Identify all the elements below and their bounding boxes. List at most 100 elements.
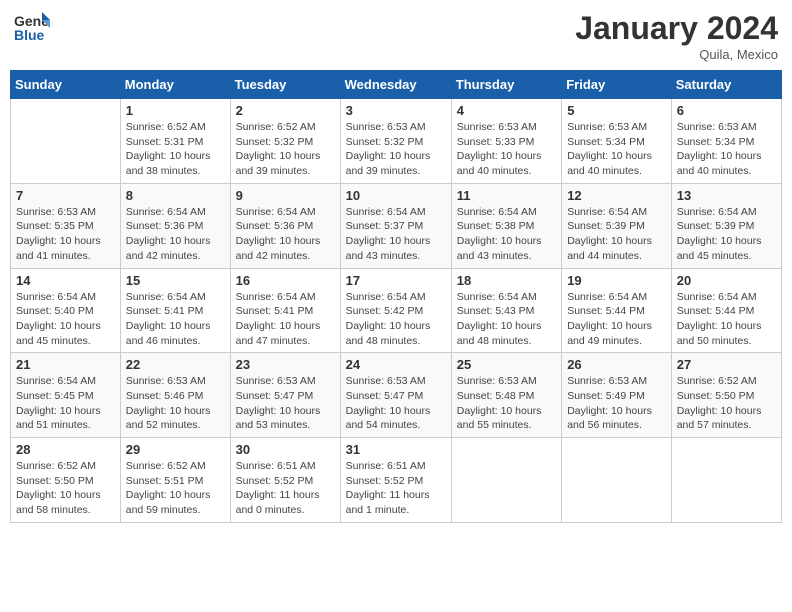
calendar-cell	[451, 438, 561, 523]
calendar-cell	[562, 438, 672, 523]
calendar-cell: 11 Sunrise: 6:54 AMSunset: 5:38 PMDayligh…	[451, 183, 561, 268]
day-number: 17	[346, 273, 446, 288]
day-number: 28	[16, 442, 115, 457]
calendar-cell: 5Sunrise: 6:53 AMSunset: 5:34 PMDaylight…	[562, 99, 672, 184]
day-number: 22	[126, 357, 225, 372]
calendar-cell: 6Sunrise: 6:53 AMSunset: 5:34 PMDaylight…	[671, 99, 781, 184]
calendar-cell: 24 Sunrise: 6:53 AMSunset: 5:47 PMDayligh…	[340, 353, 451, 438]
day-number: 16	[236, 273, 335, 288]
day-number: 9	[236, 188, 335, 203]
day-info: Sunrise: 6:54 AMSunset: 5:39 PMDaylight:…	[567, 205, 666, 264]
calendar-cell: 23 Sunrise: 6:53 AMSunset: 5:47 PMDayligh…	[230, 353, 340, 438]
day-info: Sunrise: 6:53 AMSunset: 5:49 PMDaylight:…	[567, 374, 666, 433]
week-row-3: 14 Sunrise: 6:54 AMSunset: 5:40 PMDayligh…	[11, 268, 782, 353]
calendar-cell: 22 Sunrise: 6:53 AMSunset: 5:46 PMDayligh…	[120, 353, 230, 438]
day-number: 7	[16, 188, 115, 203]
day-number: 1	[126, 103, 225, 118]
day-number: 6	[677, 103, 776, 118]
calendar-cell: 16 Sunrise: 6:54 AMSunset: 5:41 PMDayligh…	[230, 268, 340, 353]
day-number: 11	[457, 188, 556, 203]
day-info: Sunrise: 6:54 AMSunset: 5:40 PMDaylight:…	[16, 290, 115, 349]
location-label: Quila, Mexico	[575, 47, 778, 62]
day-number: 2	[236, 103, 335, 118]
day-number: 25	[457, 357, 556, 372]
calendar-cell: 18Sunrise: 6:54 AMSunset: 5:43 PMDayligh…	[451, 268, 561, 353]
day-number: 19	[567, 273, 666, 288]
day-info: Sunrise: 6:53 AMSunset: 5:47 PMDaylight:…	[236, 374, 335, 433]
calendar-cell: 2 Sunrise: 6:52 AMSunset: 5:32 PMDaylight…	[230, 99, 340, 184]
col-header-wednesday: Wednesday	[340, 71, 451, 99]
day-number: 21	[16, 357, 115, 372]
day-info: Sunrise: 6:54 AMSunset: 5:42 PMDaylight:…	[346, 290, 446, 349]
calendar-cell: 25 Sunrise: 6:53 AMSunset: 5:48 PMDayligh…	[451, 353, 561, 438]
day-number: 4	[457, 103, 556, 118]
week-row-2: 7 Sunrise: 6:53 AMSunset: 5:35 PMDaylight…	[11, 183, 782, 268]
day-info: Sunrise: 6:54 AMSunset: 5:41 PMDaylight:…	[236, 290, 335, 349]
calendar-cell: 19 Sunrise: 6:54 AMSunset: 5:44 PMDayligh…	[562, 268, 672, 353]
logo: General Blue	[14, 10, 50, 55]
calendar-cell: 4 Sunrise: 6:53 AMSunset: 5:33 PMDaylight…	[451, 99, 561, 184]
day-info: Sunrise: 6:54 AMSunset: 5:36 PMDaylight:…	[236, 205, 335, 264]
week-row-5: 28 Sunrise: 6:52 AMSunset: 5:50 PMDayligh…	[11, 438, 782, 523]
calendar-cell: 31Sunrise: 6:51 AMSunset: 5:52 PMDayligh…	[340, 438, 451, 523]
col-header-tuesday: Tuesday	[230, 71, 340, 99]
calendar-cell	[11, 99, 121, 184]
day-info: Sunrise: 6:53 AMSunset: 5:47 PMDaylight:…	[346, 374, 446, 433]
calendar-cell: 13 Sunrise: 6:54 AMSunset: 5:39 PMDayligh…	[671, 183, 781, 268]
day-info: Sunrise: 6:53 AMSunset: 5:33 PMDaylight:…	[457, 120, 556, 179]
day-info: Sunrise: 6:53 AMSunset: 5:32 PMDaylight:…	[346, 120, 446, 179]
day-number: 14	[16, 273, 115, 288]
calendar-cell: 14 Sunrise: 6:54 AMSunset: 5:40 PMDayligh…	[11, 268, 121, 353]
calendar-cell: 29 Sunrise: 6:52 AMSunset: 5:51 PMDayligh…	[120, 438, 230, 523]
day-number: 29	[126, 442, 225, 457]
calendar-cell: 1 Sunrise: 6:52 AMSunset: 5:31 PMDaylight…	[120, 99, 230, 184]
day-info: Sunrise: 6:54 AMSunset: 5:39 PMDaylight:…	[677, 205, 776, 264]
day-number: 15	[126, 273, 225, 288]
day-number: 26	[567, 357, 666, 372]
day-info: Sunrise: 6:54 AMSunset: 5:36 PMDaylight:…	[126, 205, 225, 264]
day-info: Sunrise: 6:54 AMSunset: 5:44 PMDaylight:…	[567, 290, 666, 349]
day-number: 13	[677, 188, 776, 203]
day-info: Sunrise: 6:52 AMSunset: 5:50 PMDaylight:…	[677, 374, 776, 433]
page-header: General Blue January 2024 Quila, Mexico	[10, 10, 782, 62]
day-number: 10	[346, 188, 446, 203]
day-info: Sunrise: 6:54 AMSunset: 5:45 PMDaylight:…	[16, 374, 115, 433]
day-info: Sunrise: 6:54 AMSunset: 5:44 PMDaylight:…	[677, 290, 776, 349]
day-info: Sunrise: 6:54 AMSunset: 5:41 PMDaylight:…	[126, 290, 225, 349]
calendar-cell: 30Sunrise: 6:51 AMSunset: 5:52 PMDayligh…	[230, 438, 340, 523]
month-title: January 2024	[575, 10, 778, 47]
day-info: Sunrise: 6:53 AMSunset: 5:35 PMDaylight:…	[16, 205, 115, 264]
day-number: 5	[567, 103, 666, 118]
logo-graphic: General Blue	[14, 10, 50, 55]
calendar-cell: 28 Sunrise: 6:52 AMSunset: 5:50 PMDayligh…	[11, 438, 121, 523]
day-info: Sunrise: 6:53 AMSunset: 5:46 PMDaylight:…	[126, 374, 225, 433]
day-info: Sunrise: 6:52 AMSunset: 5:51 PMDaylight:…	[126, 459, 225, 518]
day-info: Sunrise: 6:54 AMSunset: 5:37 PMDaylight:…	[346, 205, 446, 264]
day-number: 23	[236, 357, 335, 372]
day-number: 8	[126, 188, 225, 203]
calendar-cell: 10 Sunrise: 6:54 AMSunset: 5:37 PMDayligh…	[340, 183, 451, 268]
calendar-cell: 3Sunrise: 6:53 AMSunset: 5:32 PMDaylight…	[340, 99, 451, 184]
calendar-header-row: SundayMondayTuesdayWednesdayThursdayFrid…	[11, 71, 782, 99]
week-row-4: 21 Sunrise: 6:54 AMSunset: 5:45 PMDayligh…	[11, 353, 782, 438]
day-info: Sunrise: 6:53 AMSunset: 5:48 PMDaylight:…	[457, 374, 556, 433]
calendar-cell: 12Sunrise: 6:54 AMSunset: 5:39 PMDayligh…	[562, 183, 672, 268]
calendar-cell: 15 Sunrise: 6:54 AMSunset: 5:41 PMDayligh…	[120, 268, 230, 353]
day-info: Sunrise: 6:52 AMSunset: 5:50 PMDaylight:…	[16, 459, 115, 518]
day-info: Sunrise: 6:54 AMSunset: 5:38 PMDaylight:…	[457, 205, 556, 264]
calendar-cell	[671, 438, 781, 523]
col-header-monday: Monday	[120, 71, 230, 99]
day-info: Sunrise: 6:51 AMSunset: 5:52 PMDaylight:…	[236, 459, 335, 518]
day-number: 20	[677, 273, 776, 288]
day-number: 24	[346, 357, 446, 372]
day-number: 27	[677, 357, 776, 372]
calendar-cell: 17 Sunrise: 6:54 AMSunset: 5:42 PMDayligh…	[340, 268, 451, 353]
calendar-cell: 27 Sunrise: 6:52 AMSunset: 5:50 PMDayligh…	[671, 353, 781, 438]
day-info: Sunrise: 6:52 AMSunset: 5:32 PMDaylight:…	[236, 120, 335, 179]
calendar-cell: 7 Sunrise: 6:53 AMSunset: 5:35 PMDaylight…	[11, 183, 121, 268]
day-info: Sunrise: 6:52 AMSunset: 5:31 PMDaylight:…	[126, 120, 225, 179]
col-header-sunday: Sunday	[11, 71, 121, 99]
day-info: Sunrise: 6:54 AMSunset: 5:43 PMDaylight:…	[457, 290, 556, 349]
week-row-1: 1 Sunrise: 6:52 AMSunset: 5:31 PMDaylight…	[11, 99, 782, 184]
calendar-cell: 26 Sunrise: 6:53 AMSunset: 5:49 PMDayligh…	[562, 353, 672, 438]
